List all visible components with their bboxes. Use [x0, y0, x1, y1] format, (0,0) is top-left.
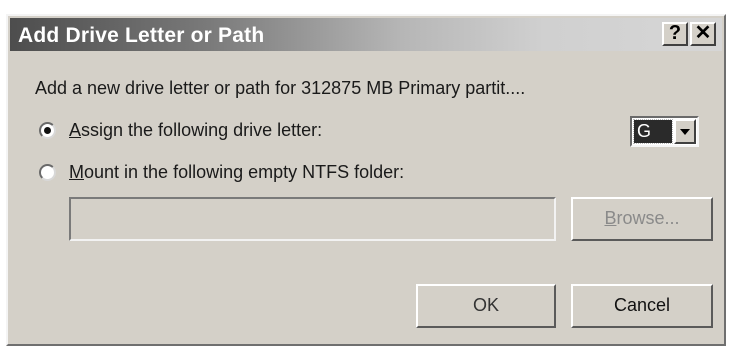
radio-selected-dot [44, 127, 51, 134]
drive-letter-select[interactable]: G [630, 116, 699, 147]
cancel-button[interactable]: Cancel [571, 284, 713, 328]
mount-option-text: ount in the following empty NTFS folder: [84, 162, 405, 182]
folder-path-input[interactable] [69, 197, 556, 241]
accelerator-char: M [69, 162, 84, 182]
browse-button[interactable]: Browse... [571, 197, 713, 241]
help-button[interactable]: ? [662, 22, 688, 46]
assign-option-label: Assign the following drive letter: [69, 120, 322, 141]
mount-option-label: Mount in the following empty NTFS folder… [69, 162, 404, 183]
dropdown-button[interactable] [674, 119, 696, 144]
accelerator-char: B [604, 208, 617, 228]
accelerator-char: A [69, 120, 82, 140]
assign-option-text: ssign the following drive letter: [81, 120, 323, 140]
assign-radio[interactable] [39, 122, 56, 139]
description-text: Add a new drive letter or path for 31287… [35, 78, 526, 98]
close-button[interactable]: ✕ [690, 22, 716, 46]
close-icon: ✕ [694, 22, 712, 44]
browse-button-text: rowse... [616, 208, 680, 228]
chevron-down-icon [680, 129, 690, 135]
drive-letter-value: G [633, 119, 673, 144]
add-drive-letter-dialog: Add Drive Letter or Path ? ✕ Add a new d… [6, 14, 726, 346]
ok-button[interactable]: OK [416, 284, 556, 328]
mount-radio[interactable] [39, 164, 56, 181]
title-bar[interactable]: Add Drive Letter or Path ? ✕ [10, 18, 722, 51]
dialog-title: Add Drive Letter or Path [18, 24, 265, 47]
